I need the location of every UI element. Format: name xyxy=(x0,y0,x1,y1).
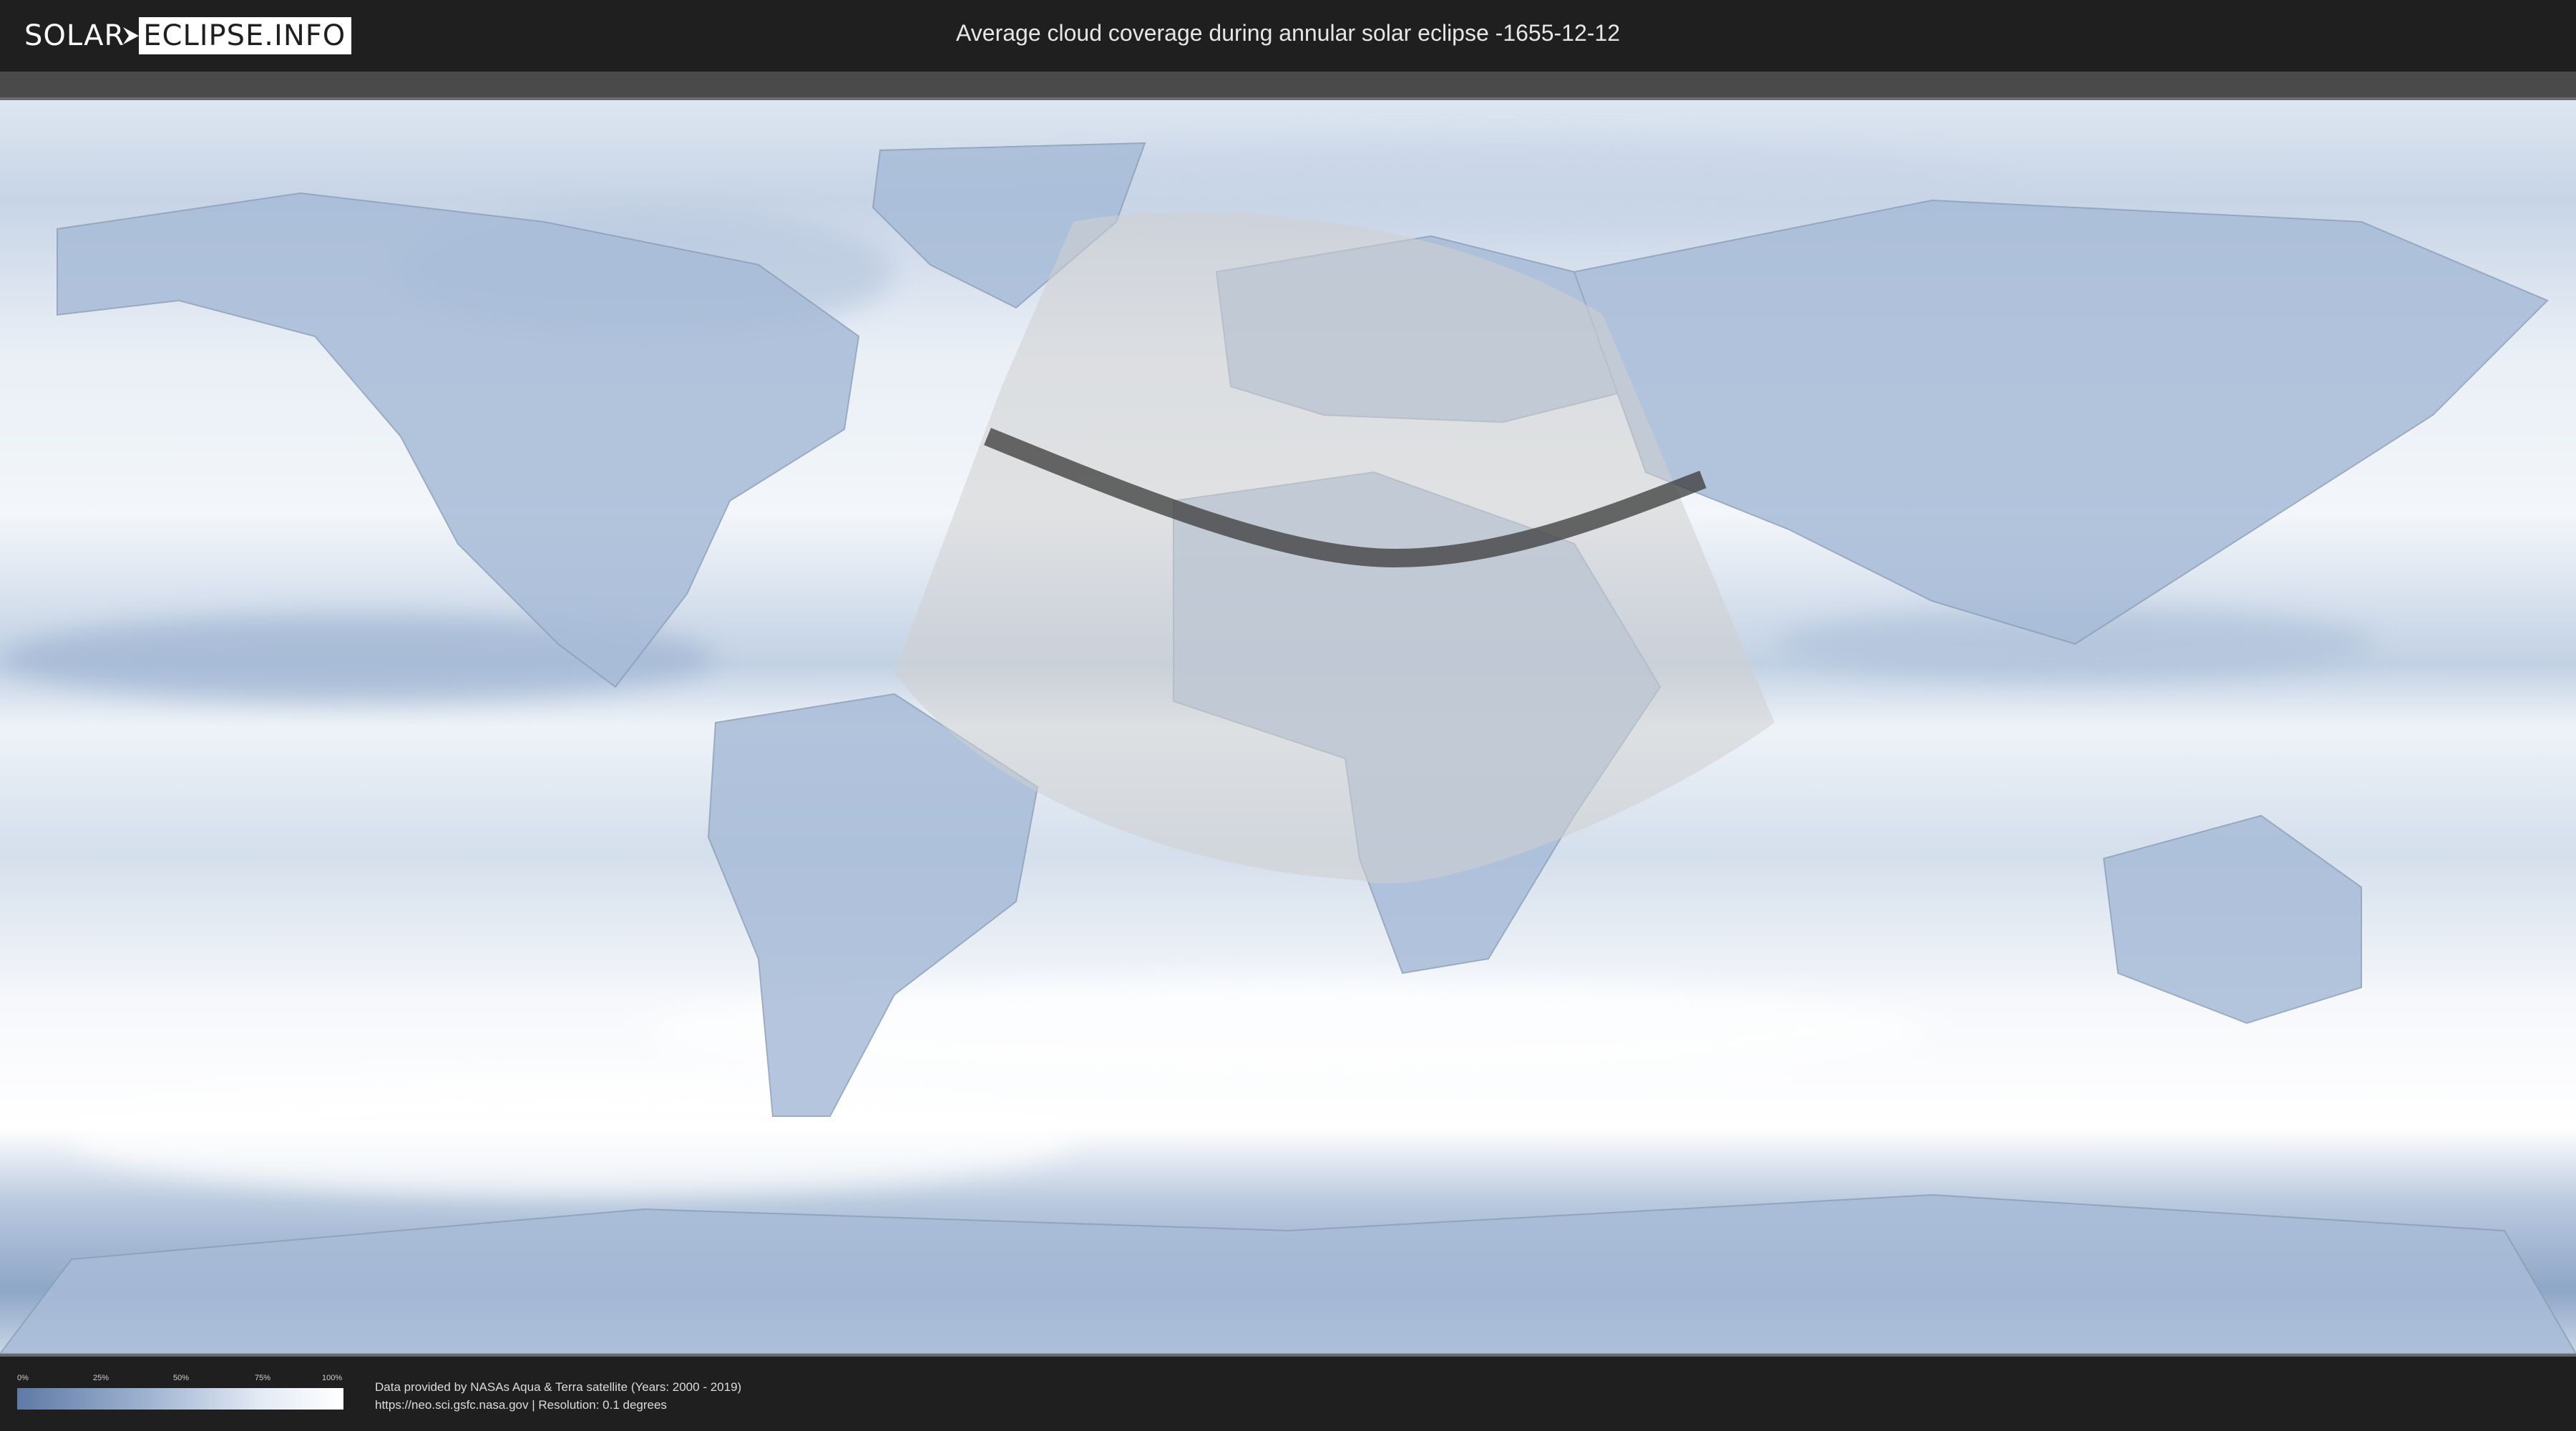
credit-line-2: https://neo.sci.gsfc.nasa.gov | Resoluti… xyxy=(375,1398,667,1412)
legend-label-100: 100% xyxy=(322,1374,343,1382)
cloud-coverage-legend: 0% 25% 50% 75% 100% xyxy=(17,1374,343,1410)
credit-line-1: Data provided by NASAs Aqua & Terra sate… xyxy=(375,1380,742,1394)
page-title: Average cloud coverage during annular so… xyxy=(956,20,1620,46)
data-credit: Data provided by NASAs Aqua & Terra sate… xyxy=(375,1378,741,1414)
legend-labels: 0% 25% 50% 75% 100% xyxy=(17,1374,343,1385)
world-map[interactable] xyxy=(0,100,2576,1354)
footer-bar: 0% 25% 50% 75% 100% Data provided by NAS… xyxy=(0,1357,2576,1431)
legend-gradient-bar xyxy=(17,1388,343,1410)
legend-label-50: 50% xyxy=(173,1374,190,1382)
map-frame xyxy=(0,97,2576,1357)
legend-label-0: 0% xyxy=(17,1374,29,1382)
legend-label-25: 25% xyxy=(93,1374,109,1382)
header-bar: SOLAR ECLIPSE.INFO Average cloud coverag… xyxy=(0,0,2576,72)
legend-label-75: 75% xyxy=(255,1374,271,1382)
header-separator xyxy=(0,72,2576,97)
